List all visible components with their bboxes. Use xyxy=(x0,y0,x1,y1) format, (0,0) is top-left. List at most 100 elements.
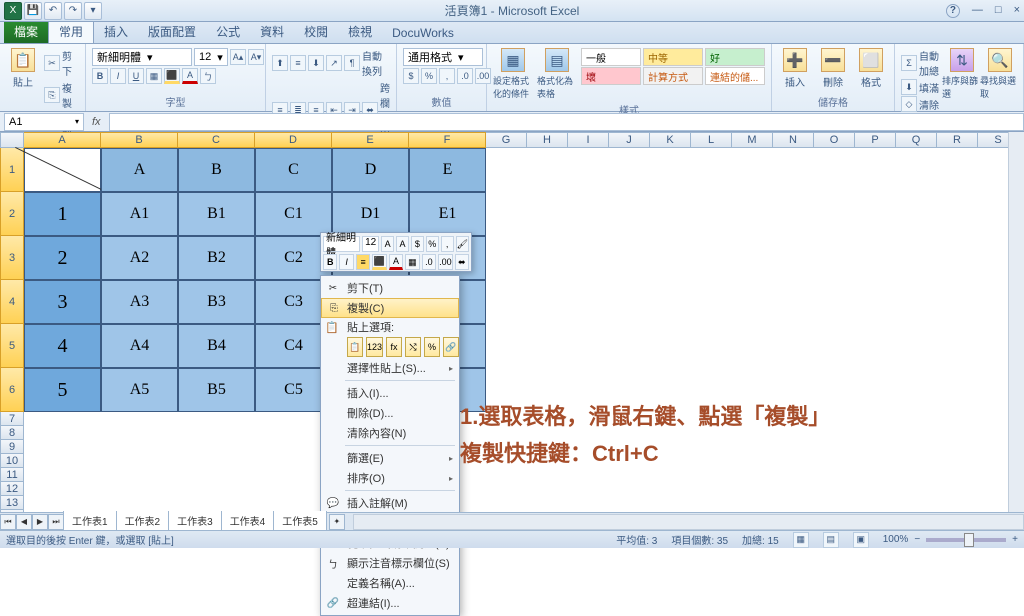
horizontal-scrollbar[interactable] xyxy=(353,514,1024,530)
mini-inc-decimal[interactable]: .0 xyxy=(422,254,436,270)
row-header[interactable]: 10 xyxy=(0,454,24,468)
column-header[interactable]: A xyxy=(24,132,101,148)
table-cell[interactable]: B2 xyxy=(178,236,255,280)
menu-cut[interactable]: ✂剪下(T) xyxy=(321,278,459,298)
qat-customize[interactable]: ▾ xyxy=(84,2,102,20)
mini-fill-color[interactable]: ⬛ xyxy=(372,254,386,270)
mini-align-center[interactable]: ≡ xyxy=(356,254,370,270)
decrease-font-button[interactable]: A▾ xyxy=(248,49,264,65)
table-cell[interactable]: 4 xyxy=(24,324,101,368)
formula-input[interactable] xyxy=(109,113,1024,131)
mini-currency[interactable]: $ xyxy=(411,236,424,252)
row-header[interactable]: 6 xyxy=(0,368,24,412)
table-cell[interactable]: B xyxy=(178,148,255,192)
table-cell[interactable]: 3 xyxy=(24,280,101,324)
redo-button[interactable]: ↷ xyxy=(64,2,82,20)
mini-percent[interactable]: % xyxy=(426,236,439,252)
menu-insert[interactable]: 插入(I)... xyxy=(321,383,459,403)
paste-opt-link[interactable]: 🔗 xyxy=(443,337,459,357)
help-button[interactable]: ? xyxy=(946,4,960,18)
menu-sort[interactable]: 排序(O)▸ xyxy=(321,468,459,488)
ribbon-tab-8[interactable]: DocuWorks xyxy=(382,23,464,43)
row-header[interactable]: 4 xyxy=(0,280,24,324)
ribbon-tab-6[interactable]: 校閱 xyxy=(294,20,338,43)
menu-insert-comment[interactable]: 💬插入註解(M) xyxy=(321,493,459,513)
mini-font-combo[interactable]: 新細明體 xyxy=(323,236,360,252)
row-header[interactable]: 1 xyxy=(0,148,24,192)
table-cell[interactable]: B4 xyxy=(178,324,255,368)
column-header[interactable]: N xyxy=(773,132,814,148)
row-header[interactable]: 12 xyxy=(0,482,24,496)
cut-button[interactable]: ✂剪下 xyxy=(44,48,79,78)
table-cell[interactable]: E xyxy=(409,148,486,192)
font-size-combo[interactable]: 12▾ xyxy=(194,48,228,66)
underline-button[interactable]: U xyxy=(128,68,144,84)
cell-styles-gallery[interactable]: 一般中等好壞計算方式連結的儲... xyxy=(581,48,765,85)
menu-filter[interactable]: 篩選(E)▸ xyxy=(321,448,459,468)
mini-border[interactable]: ▦ xyxy=(405,254,419,270)
sheet-tab[interactable]: 工作表4 xyxy=(221,511,275,532)
row-header[interactable]: 5 xyxy=(0,324,24,368)
format-as-table-button[interactable]: ▤格式化為表格 xyxy=(537,48,577,100)
close-button[interactable]: × xyxy=(1014,4,1020,18)
number-format-combo[interactable]: 通用格式▾ xyxy=(403,48,483,66)
table-cell[interactable]: A xyxy=(101,148,178,192)
name-box[interactable]: A1▾ xyxy=(4,113,84,131)
column-header[interactable]: G xyxy=(486,132,527,148)
column-header[interactable]: O xyxy=(814,132,855,148)
sheet-tab[interactable]: 工作表1 xyxy=(63,511,117,532)
paste-opt-values[interactable]: 123 xyxy=(366,337,383,357)
column-header[interactable]: J xyxy=(609,132,650,148)
sheet-nav-next[interactable]: ▶ xyxy=(32,514,48,530)
paste-opt-formulas[interactable]: fx xyxy=(386,337,402,357)
mini-shrink-font[interactable]: A xyxy=(396,236,409,252)
minimize-button[interactable]: — xyxy=(972,4,983,18)
orientation-button[interactable]: ↗ xyxy=(326,55,342,71)
menu-define-name[interactable]: 定義名稱(A)... xyxy=(321,573,459,593)
table-cell[interactable]: A5 xyxy=(101,368,178,412)
copy-button[interactable]: ⎘複製 xyxy=(44,80,79,110)
ribbon-tab-2[interactable]: 插入 xyxy=(94,20,138,43)
table-cell[interactable]: A1 xyxy=(101,192,178,236)
column-header[interactable]: M xyxy=(732,132,773,148)
ribbon-tab-4[interactable]: 公式 xyxy=(206,20,250,43)
column-header[interactable]: R xyxy=(937,132,978,148)
fx-button[interactable]: fx xyxy=(84,116,109,128)
insert-cells-button[interactable]: ➕插入 xyxy=(778,48,812,89)
percent-button[interactable]: % xyxy=(421,68,437,84)
table-cell[interactable]: A3 xyxy=(101,280,178,324)
italic-button[interactable]: I xyxy=(110,68,126,84)
row-header[interactable]: 3 xyxy=(0,236,24,280)
currency-button[interactable]: $ xyxy=(403,68,419,84)
column-header[interactable]: Q xyxy=(896,132,937,148)
align-bottom-button[interactable]: ⬇ xyxy=(308,55,324,71)
zoom-slider[interactable] xyxy=(926,538,1006,542)
view-layout-button[interactable]: ▤ xyxy=(823,532,839,548)
menu-copy[interactable]: ⎘複製(C) xyxy=(321,298,459,318)
table-cell[interactable] xyxy=(24,148,101,192)
select-all-corner[interactable] xyxy=(0,132,24,148)
table-cell[interactable]: 5 xyxy=(24,368,101,412)
wrap-text-button[interactable]: ¶ xyxy=(344,55,360,71)
mini-bold[interactable]: B xyxy=(323,254,337,270)
comma-button[interactable]: , xyxy=(439,68,455,84)
font-color-button[interactable]: A xyxy=(182,68,198,84)
sheet-tab[interactable]: 工作表3 xyxy=(168,511,222,532)
row-header[interactable]: 13 xyxy=(0,496,24,510)
table-cell[interactable]: A2 xyxy=(101,236,178,280)
menu-clear[interactable]: 清除內容(N) xyxy=(321,423,459,443)
format-cells-button[interactable]: ⬜格式 xyxy=(854,48,888,89)
view-break-button[interactable]: ▣ xyxy=(853,532,869,548)
style-cell[interactable]: 壞 xyxy=(581,67,641,85)
table-cell[interactable]: D xyxy=(332,148,409,192)
column-header[interactable]: P xyxy=(855,132,896,148)
mini-merge[interactable]: ⬌ xyxy=(455,254,469,270)
row-header[interactable]: 8 xyxy=(0,426,24,440)
increase-font-button[interactable]: A▴ xyxy=(230,49,246,65)
paste-opt-transpose[interactable]: ⤭ xyxy=(405,337,421,357)
clear-button[interactable]: ◇清除 xyxy=(901,96,941,112)
style-cell[interactable]: 連結的儲... xyxy=(705,67,765,85)
zoom-out-button[interactable]: − xyxy=(914,534,920,545)
delete-cells-button[interactable]: ➖刪除 xyxy=(816,48,850,89)
mini-size-combo[interactable]: 12 xyxy=(362,236,379,252)
